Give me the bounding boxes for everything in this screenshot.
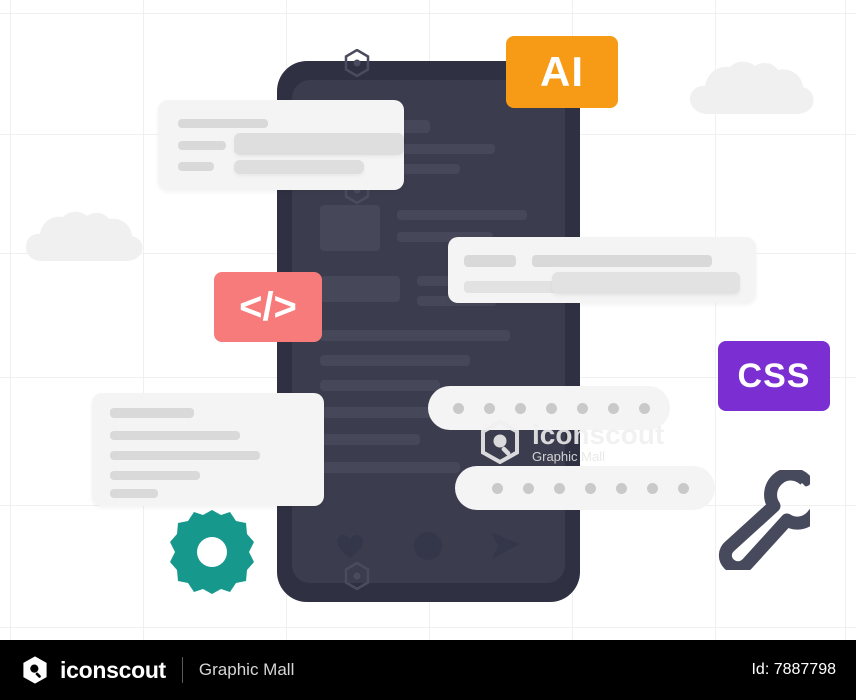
- panel-line: [110, 489, 158, 498]
- screen-content-block: [320, 276, 400, 302]
- panel-line: [234, 133, 404, 155]
- panel-line: [552, 272, 740, 294]
- footer-logo-text: iconscout: [60, 656, 166, 683]
- screen-content-line: [320, 330, 510, 341]
- grid-line-horizontal: [0, 13, 856, 14]
- badge-ai: AI: [506, 36, 618, 108]
- screen-content-line: [320, 355, 470, 366]
- illustration-screenshot: AI </> CSS iconscout Graphic Mall iconsc…: [0, 0, 856, 700]
- send-icon: [492, 533, 520, 559]
- screen-content-line: [397, 210, 527, 220]
- panel-line: [532, 255, 712, 267]
- hexagon-icon: [344, 49, 370, 77]
- screen-content-line: [320, 434, 420, 445]
- grid-line-vertical: [845, 0, 846, 640]
- footer-id: Id: 7887798: [751, 661, 836, 678]
- cloud-icon: [690, 61, 814, 114]
- grid-line-horizontal: [0, 627, 856, 628]
- screen-content-line: [320, 462, 460, 473]
- footer-bar: iconscout Graphic Mall Id: 7887798: [0, 640, 856, 700]
- footer-brand: Graphic Mall: [198, 660, 295, 679]
- chat-icon: [414, 532, 442, 560]
- grid-line-vertical: [10, 0, 11, 640]
- grid-line-vertical: [143, 0, 144, 640]
- illustration-canvas: AI </> CSS iconscout Graphic Mall: [0, 0, 856, 640]
- panel-line: [464, 255, 516, 267]
- heart-icon: [337, 535, 363, 558]
- footer-logo: iconscout: [20, 655, 166, 685]
- panel-line: [110, 471, 200, 480]
- screen-content-line: [320, 380, 440, 391]
- panel-line: [178, 141, 226, 150]
- watermark-title: iconscout: [532, 419, 665, 451]
- iconscout-logo-icon: [481, 420, 519, 464]
- hexagon-icon: [344, 562, 370, 590]
- panel-line: [178, 162, 214, 171]
- gear-icon: [170, 510, 254, 594]
- wrench-icon: [718, 470, 810, 570]
- cloud-icon: [26, 211, 143, 261]
- panel-line: [110, 451, 260, 460]
- watermark: iconscout Graphic Mall: [478, 420, 664, 464]
- panel-line: [234, 160, 364, 174]
- panel-line: [110, 408, 194, 418]
- watermark-subtitle: Graphic Mall: [532, 448, 605, 464]
- password-field-lower: [455, 466, 715, 510]
- footer-divider: [181, 657, 183, 683]
- screen-content-block: [320, 205, 380, 251]
- badge-code: </>: [214, 272, 322, 342]
- iconscout-logo-icon: [23, 656, 47, 684]
- panel-line: [178, 119, 268, 128]
- panel-line: [110, 431, 240, 440]
- badge-css: CSS: [718, 341, 830, 411]
- floating-panel-left: [92, 393, 324, 506]
